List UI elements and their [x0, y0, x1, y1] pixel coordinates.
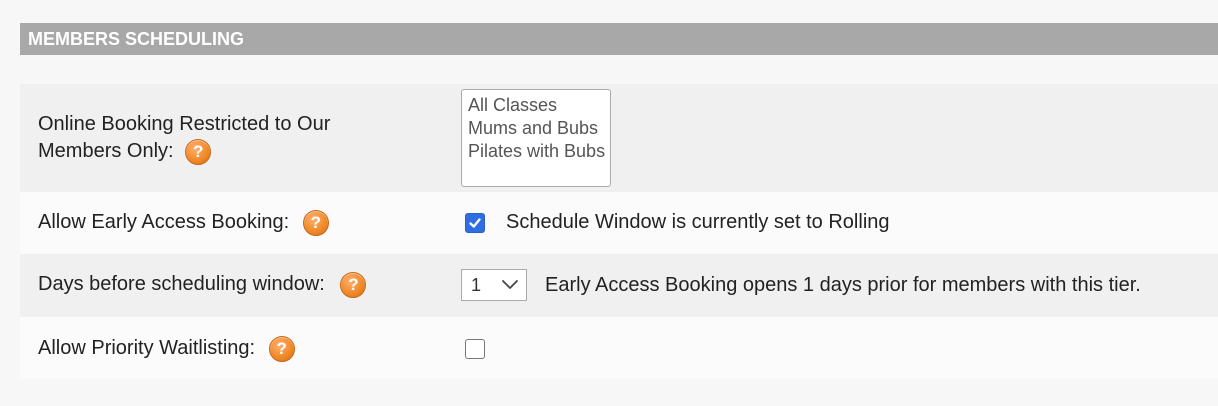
help-icon[interactable]: ?	[340, 271, 367, 298]
early-access-label-wrap: Allow Early Access Booking: ?	[38, 209, 329, 236]
checkmark-icon	[469, 218, 481, 228]
priority-waitlist-label: Allow Priority Waitlisting:	[38, 337, 256, 359]
section-header-members-scheduling: MEMBERS SCHEDULING	[20, 23, 1218, 55]
listbox-option[interactable]: Mums and Bubs	[468, 117, 604, 140]
help-icon[interactable]: ?	[302, 209, 329, 236]
early-access-opens-note: Early Access Booking opens 1 days prior …	[545, 274, 1141, 296]
schedule-window-note: Schedule Window is currently set to Roll…	[506, 211, 890, 233]
early-access-label: Allow Early Access Booking:	[38, 211, 290, 233]
help-icon[interactable]: ?	[268, 335, 295, 362]
online-booking-label-line2-wrap: Members Only: ?	[38, 138, 330, 165]
online-booking-label-line2: Members Only:	[38, 140, 174, 162]
priority-waitlist-checkbox[interactable]	[465, 339, 485, 359]
priority-waitlist-label-wrap: Allow Priority Waitlisting: ?	[38, 335, 295, 362]
days-before-selected-value: 1	[471, 275, 482, 295]
chevron-down-icon	[502, 280, 518, 289]
row-online-booking-restricted: Online Booking Restricted to Our Members…	[20, 84, 1218, 192]
row-early-access-booking: Allow Early Access Booking: ? Schedule W…	[20, 192, 1218, 254]
days-before-select[interactable]: 1	[461, 269, 527, 301]
listbox-option[interactable]: All Classes	[468, 94, 604, 117]
days-before-label-wrap: Days before scheduling window: ?	[38, 271, 367, 298]
row-days-before-window: Days before scheduling window: ? 1 Early…	[20, 254, 1218, 317]
early-access-checkbox[interactable]	[465, 213, 485, 233]
online-booking-label: Online Booking Restricted to Our Members…	[38, 111, 330, 165]
help-icon[interactable]: ?	[185, 138, 212, 165]
class-restriction-listbox[interactable]: All Classes Mums and Bubs Pilates with B…	[461, 89, 611, 187]
listbox-option[interactable]: Pilates with Bubs	[468, 140, 605, 163]
row-priority-waitlisting: Allow Priority Waitlisting: ?	[20, 317, 1218, 379]
online-booking-label-line1: Online Booking Restricted to Our	[38, 113, 331, 135]
days-before-label: Days before scheduling window:	[38, 273, 325, 295]
